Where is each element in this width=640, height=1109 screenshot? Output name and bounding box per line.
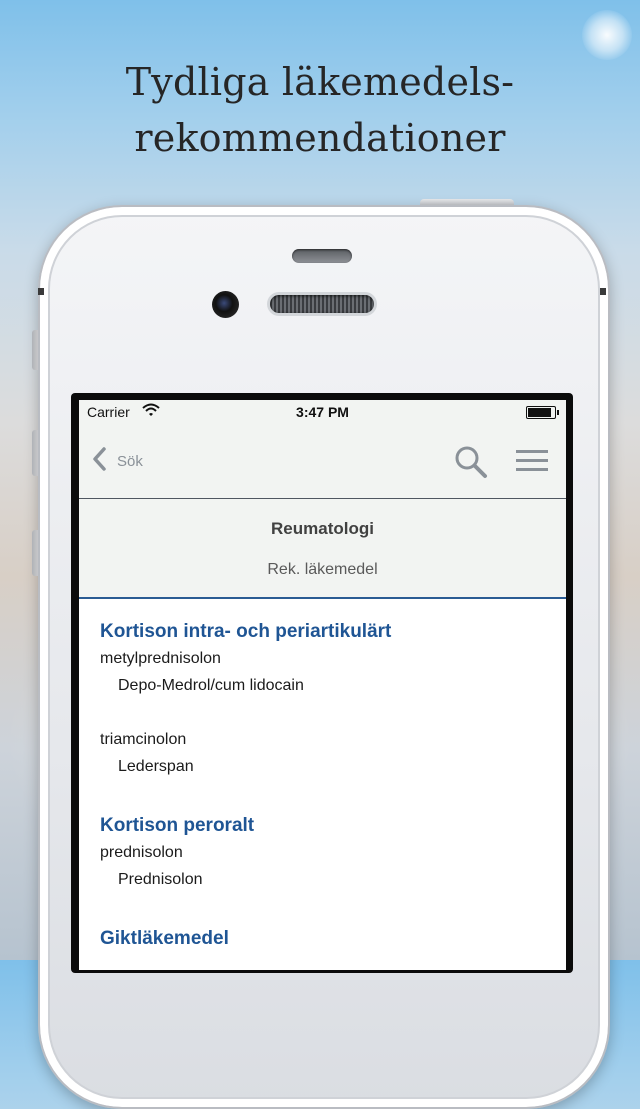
section-kortison-intra: Kortison intra- och periartikulärt metyl… (100, 619, 391, 780)
headline-line-1: Tydliga läkemedels- (125, 60, 515, 104)
section-heading[interactable]: Kortison peroralt (100, 813, 254, 839)
section-kortison-peroralt: Kortison peroralt prednisolon Prednisolo… (100, 813, 254, 893)
section-heading[interactable]: Giktläkemedel (100, 926, 229, 952)
clock: 3:47 PM (296, 404, 349, 420)
battery-fill (528, 408, 551, 417)
search-icon (453, 446, 489, 484)
earpiece-speaker (270, 295, 374, 313)
product-name[interactable]: Lederspan (100, 753, 391, 780)
back-label: Sök (117, 452, 143, 470)
menu-button[interactable] (515, 447, 549, 475)
antenna-band (600, 288, 606, 295)
substance-name[interactable]: metylprednisolon (100, 645, 391, 672)
sun-glare (582, 10, 632, 60)
headline-line-2: rekommendationer (134, 116, 506, 160)
tab-rek-lakemedel[interactable]: Rek. läkemedel (79, 561, 566, 579)
section-heading[interactable]: Kortison intra- och periartikulärt (100, 619, 391, 645)
promo-headline: Tydliga läkemedels- rekommendationer (0, 54, 640, 166)
battery-icon (526, 406, 559, 419)
antenna-band (38, 288, 44, 295)
chevron-left-icon (91, 446, 107, 477)
substance-name[interactable]: prednisolon (100, 839, 254, 866)
front-camera (212, 291, 239, 318)
substance-name[interactable]: triamcinolon (100, 726, 391, 753)
navigation-bar: Sök (79, 424, 566, 499)
back-button[interactable]: Sök (91, 446, 143, 476)
app-screen: Carrier 3:47 PM Sök Reumatologi Rek. läk… (79, 400, 566, 970)
section-giktlakemedel: Giktläkemedel (100, 926, 229, 952)
proximity-sensor (292, 249, 352, 263)
page-title: Reumatologi (271, 519, 374, 538)
status-bar: Carrier 3:47 PM (79, 400, 566, 424)
section-header: Reumatologi Rek. läkemedel (79, 499, 566, 599)
hamburger-menu-icon (515, 450, 549, 479)
product-name[interactable]: Prednisolon (100, 866, 254, 893)
search-button[interactable] (453, 444, 489, 480)
product-name[interactable]: Depo-Medrol/cum lidocain (100, 672, 391, 699)
